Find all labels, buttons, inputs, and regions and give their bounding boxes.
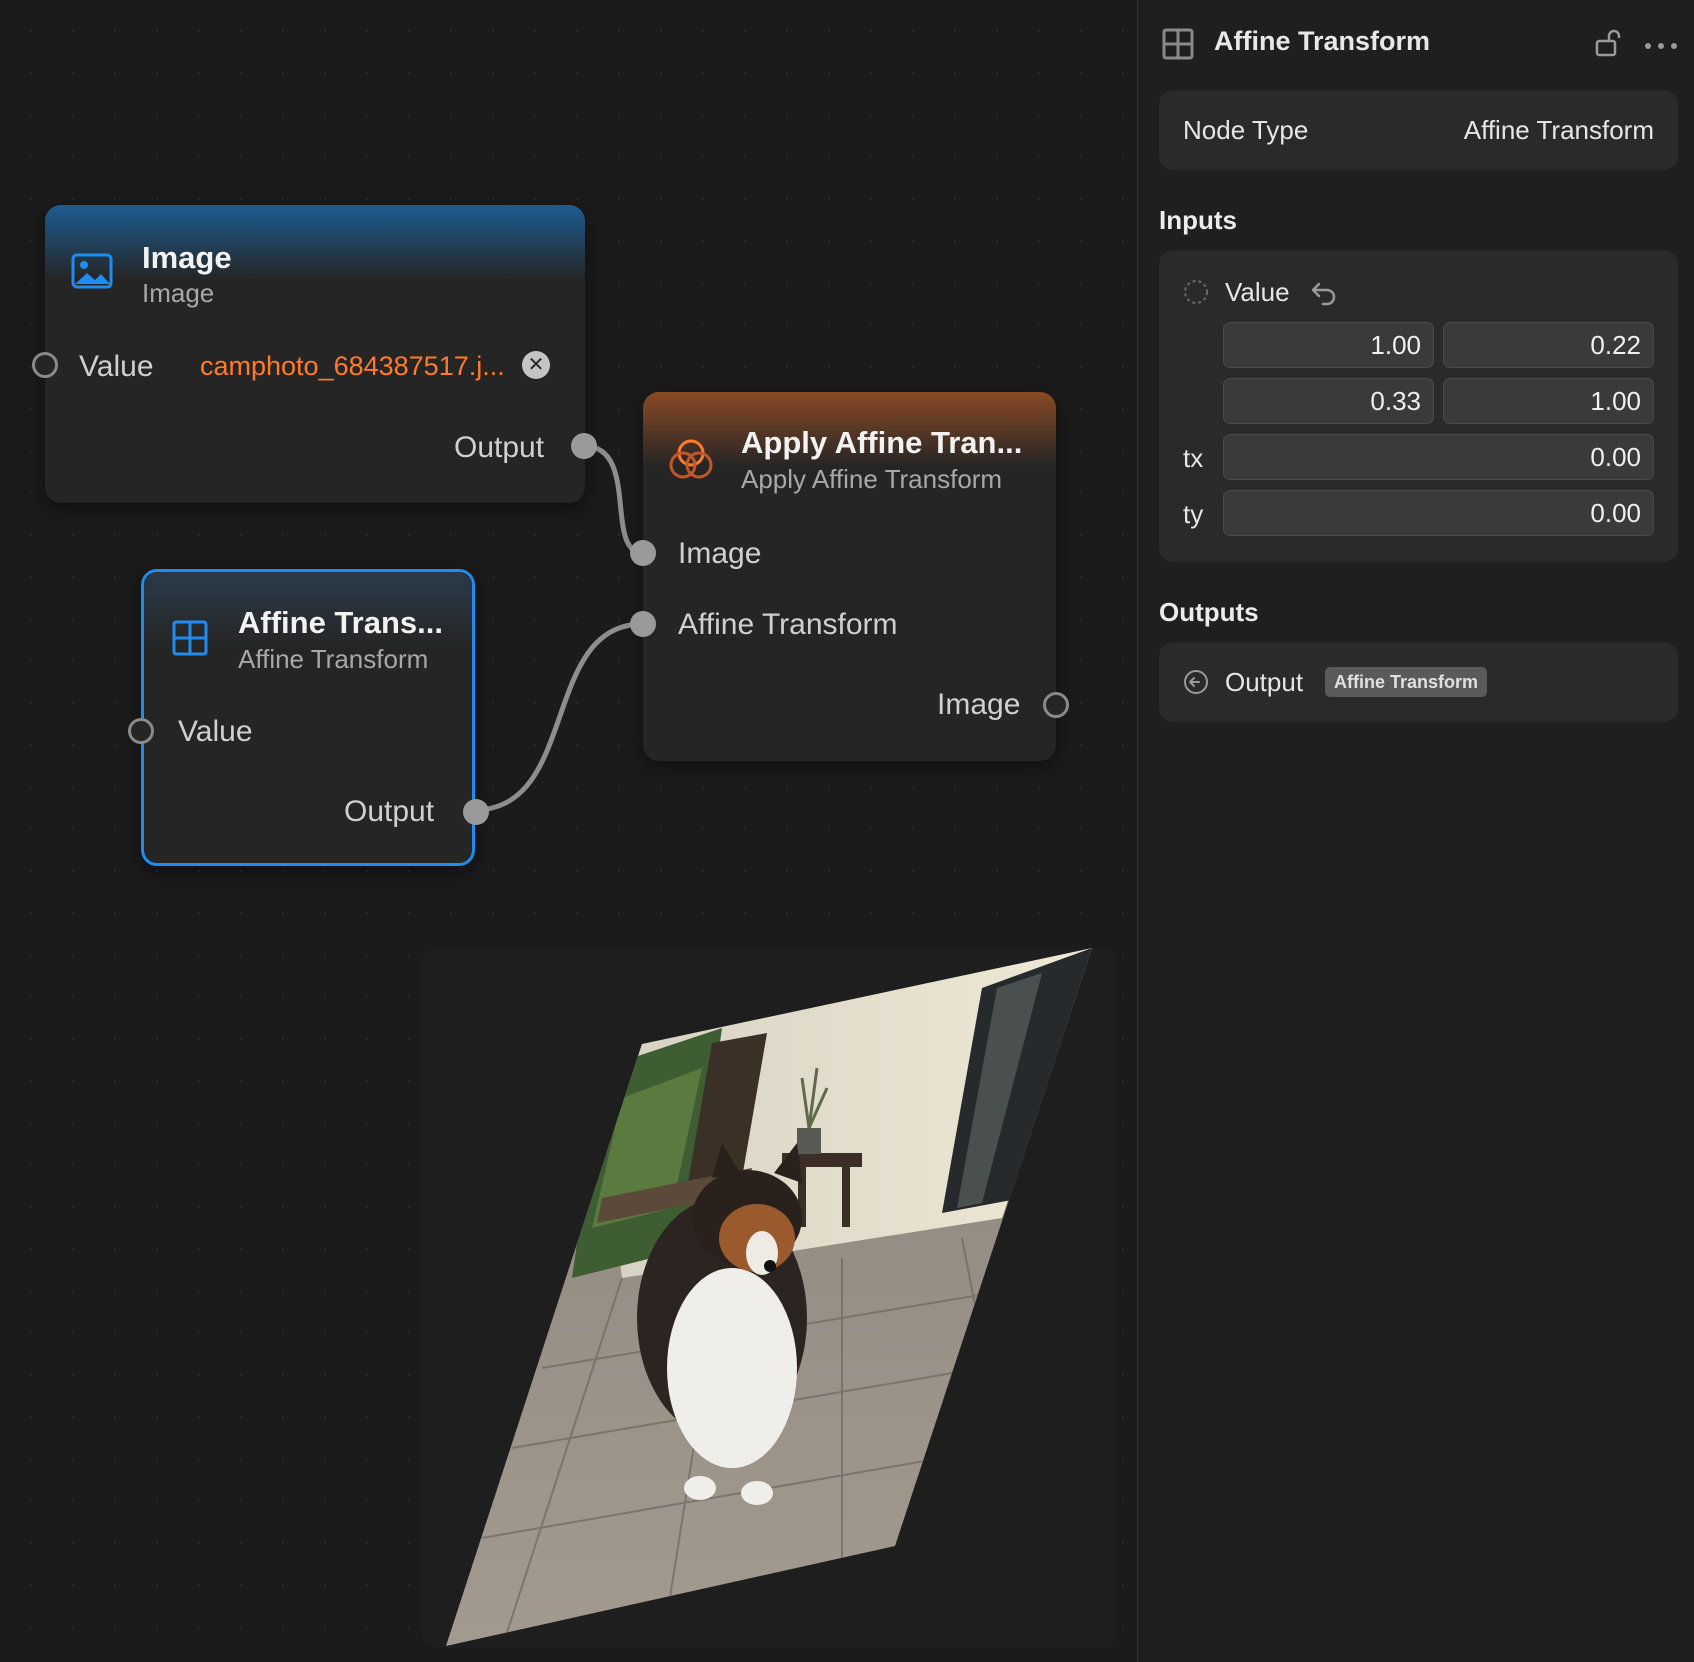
matrix-a-field[interactable]: 1.00 — [1223, 322, 1434, 368]
matrix-c-field[interactable]: 0.33 — [1223, 378, 1434, 424]
wire-image-to-apply — [583, 443, 644, 556]
image-icon — [71, 253, 113, 294]
node-subtitle: Image — [142, 278, 215, 308]
tx-label: tx — [1183, 443, 1204, 473]
wire-affine-to-apply — [473, 621, 644, 813]
inspector-title: Affine Transform — [1214, 26, 1431, 56]
node-header — [45, 205, 585, 305]
image-input-label: Image — [678, 537, 762, 570]
file-name-value[interactable]: camphoto_684387517.j... — [200, 351, 505, 382]
port-indicator-icon — [1183, 279, 1209, 310]
output-type-badge: Affine Transform — [1325, 667, 1488, 697]
node-subtitle: Affine Transform — [238, 644, 429, 674]
value-input-port[interactable] — [32, 352, 58, 378]
reset-icon[interactable] — [1309, 278, 1339, 311]
output-port[interactable] — [463, 799, 489, 825]
image-input-port[interactable] — [630, 540, 656, 566]
overlap-circles-icon — [669, 438, 713, 485]
matrix-d-field[interactable]: 1.00 — [1443, 378, 1654, 424]
outputs-title: Outputs — [1159, 597, 1259, 627]
tx-field[interactable]: 0.00 — [1223, 434, 1654, 480]
node-canvas[interactable]: Image Image Value camphoto_684387517.j..… — [0, 0, 1137, 1662]
matrix-b-field[interactable]: 0.22 — [1443, 322, 1654, 368]
affine-transform-node[interactable]: Affine Trans... Affine Transform Value O… — [128, 569, 489, 866]
output-arrow-icon — [1183, 669, 1209, 700]
node-type-value: Affine Transform — [1463, 115, 1654, 145]
inspector-panel: Affine Transform Node Type Affine Transf… — [1137, 0, 1694, 1662]
image-output-label: Image — [937, 688, 1021, 721]
clear-icon[interactable]: ✕ — [522, 351, 550, 379]
ty-label: ty — [1183, 499, 1204, 529]
output-label: Output — [344, 795, 435, 828]
ty-field[interactable]: 0.00 — [1223, 490, 1654, 536]
inputs-title: Inputs — [1159, 205, 1237, 235]
transformed-photo — [446, 948, 1092, 1646]
image-output-port[interactable] — [1043, 692, 1069, 718]
inputs-card: Value 1.00 0.22 0.33 1.00 tx 0.00 ty 0.0… — [1159, 250, 1678, 562]
output-label: Output — [1225, 667, 1304, 697]
value-label: Value — [1225, 277, 1290, 307]
value-label: Value — [79, 350, 154, 383]
node-type-label: Node Type — [1183, 115, 1309, 145]
node-subtitle: Apply Affine Transform — [741, 464, 1003, 494]
grid-icon — [172, 620, 208, 661]
value-input-port[interactable] — [128, 718, 154, 744]
node-title: Affine Trans... — [238, 605, 443, 640]
outputs-card: Output Affine Transform — [1159, 642, 1678, 722]
output-label: Output — [454, 431, 545, 464]
image-node[interactable]: Image Image Value camphoto_684387517.j..… — [32, 205, 597, 503]
node-title: Image — [142, 240, 232, 275]
value-label: Value — [178, 715, 253, 748]
grid-icon — [1162, 28, 1194, 65]
affine-transform-input-label: Affine Transform — [678, 608, 898, 641]
apply-affine-transform-node[interactable]: Apply Affine Tran... Apply Affine Transf… — [630, 392, 1069, 761]
image-preview — [422, 948, 1116, 1648]
node-title: Apply Affine Tran... — [741, 425, 1023, 460]
more-icon[interactable] — [1644, 38, 1678, 56]
affine-transform-input-port[interactable] — [630, 611, 656, 637]
output-port[interactable] — [571, 433, 597, 459]
node-type-card: Node Type Affine Transform — [1159, 90, 1678, 170]
lock-open-icon[interactable] — [1594, 28, 1624, 63]
